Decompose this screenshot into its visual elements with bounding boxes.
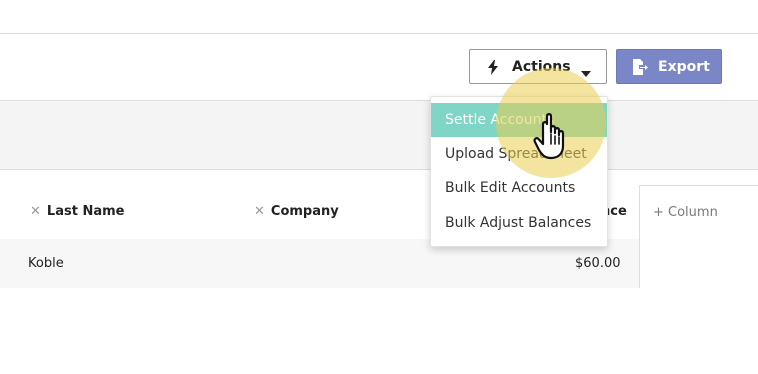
menu-item-bulk-adjust-balances[interactable]: Bulk Adjust Balances	[431, 206, 607, 240]
add-column-panel: + Column	[639, 185, 758, 288]
close-icon[interactable]: ✕	[30, 204, 41, 219]
menu-item-bulk-edit-accounts[interactable]: Bulk Edit Accounts	[431, 171, 607, 205]
column-header-company[interactable]: ✕ Company	[254, 204, 339, 219]
filter-band	[0, 101, 758, 169]
header-divider	[0, 169, 758, 170]
top-divider	[0, 33, 758, 34]
export-button[interactable]: Export	[616, 49, 722, 84]
column-header-last-name[interactable]: ✕ Last Name	[30, 204, 124, 219]
column-header-label: Company	[270, 204, 339, 219]
file-export-icon	[632, 59, 648, 79]
column-header-label: Last Name	[46, 204, 125, 219]
hand-pointer-cursor	[533, 112, 573, 166]
cell-balance: $60.00	[575, 256, 621, 271]
add-column-button[interactable]: + Column	[653, 205, 718, 220]
lightning-bolt-icon	[487, 60, 499, 79]
close-icon[interactable]: ✕	[254, 204, 265, 219]
cell-last-name: Koble	[28, 256, 64, 271]
export-button-label: Export	[658, 59, 710, 75]
